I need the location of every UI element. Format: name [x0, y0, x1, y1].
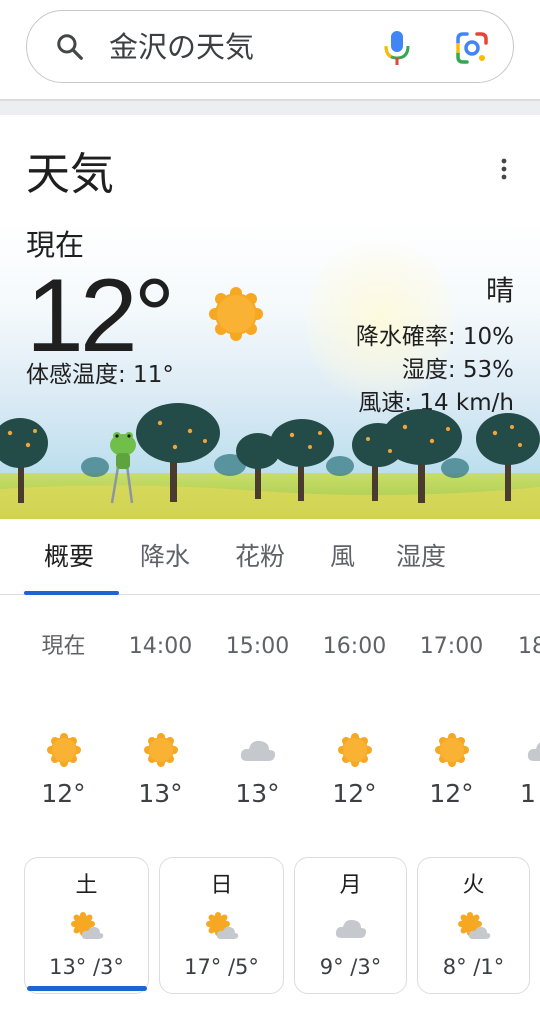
weather-tabs: 概要 降水 花粉 風 湿度: [0, 519, 540, 595]
day-card-tuesday[interactable]: 火 8° /1°: [417, 857, 530, 994]
partly-cloudy-icon: [205, 912, 238, 939]
partly-cloudy-icon: [457, 912, 490, 939]
day-name: 月: [339, 873, 362, 898]
hour-temperature: 13°: [138, 779, 183, 808]
hour-temperature: 12°: [429, 779, 474, 808]
tab-overview[interactable]: 概要: [44, 539, 94, 575]
humidity-value: 湿度: 53%: [401, 357, 514, 383]
section-divider: [0, 99, 540, 115]
day-name: 土: [75, 873, 98, 898]
day-card-saturday[interactable]: 土 13° /3°: [24, 857, 149, 994]
day-card-monday[interactable]: 月 9° /3°: [294, 857, 407, 994]
hour-temperature: 1: [520, 779, 536, 808]
google-lens-icon[interactable]: [455, 31, 489, 65]
hour-time: 17:00: [419, 634, 484, 659]
search-box[interactable]: 金沢の天気: [26, 10, 514, 83]
weather-condition: 晴: [485, 274, 514, 307]
hour-time: 16:00: [322, 634, 387, 659]
sunny-icon: [144, 733, 178, 767]
search-input[interactable]: 金沢の天気: [109, 27, 254, 67]
day-temperatures: 13° /3°: [49, 955, 124, 979]
day-name: 日: [210, 873, 233, 898]
partly-cloudy-icon: [70, 912, 103, 939]
hour-time: 14:00: [128, 634, 193, 659]
hour-temperature: 12°: [41, 779, 86, 808]
tab-humidity[interactable]: 湿度: [396, 539, 446, 575]
cloudy-icon: [335, 919, 366, 938]
search-bar-area: 金沢の天気: [0, 0, 540, 100]
day-card-sunday[interactable]: 日 17° /5°: [159, 857, 284, 994]
day-temperatures: 17° /5°: [184, 955, 259, 979]
search-icon[interactable]: [55, 32, 85, 62]
sunny-icon: [435, 733, 469, 767]
tab-precipitation[interactable]: 降水: [140, 539, 190, 575]
sunny-icon: [338, 733, 372, 767]
cloudy-icon: [240, 740, 276, 761]
tab-wind[interactable]: 風: [330, 539, 355, 575]
hour-temperature: 12°: [332, 779, 377, 808]
day-temperatures: 9° /3°: [319, 955, 382, 979]
daily-forecast: 土 13° /3° 日 17° /5° 月 9° /3° 火 8° /1°: [0, 857, 540, 1007]
precipitation-chance: 降水確率: 10%: [355, 324, 514, 350]
current-temperature: 12°: [26, 258, 175, 374]
card-title: 天気: [26, 149, 114, 200]
weather-card: 天気 現在 12° 体感温度: 11° 晴 降水確率: 10% 湿度: 53% …: [0, 115, 540, 1024]
hourly-forecast: 現在 12° 14:00 13° 15:00 13° 16:00 12° 17:…: [0, 595, 540, 825]
hour-time: 18: [518, 634, 540, 659]
orchard-scene-illustration: [0, 403, 540, 519]
sunny-icon: [209, 287, 263, 341]
day-name: 火: [462, 873, 485, 898]
current-weather-hero: 現在 12° 体感温度: 11° 晴 降水確率: 10% 湿度: 53% 風速:…: [0, 221, 540, 519]
selected-day-indicator: [27, 986, 147, 991]
feels-like-temperature: 体感温度: 11°: [26, 362, 174, 388]
hour-time: 現在: [41, 634, 86, 659]
tab-pollen[interactable]: 花粉: [235, 539, 285, 575]
hour-temperature: 13°: [235, 779, 280, 808]
hour-time: 15:00: [225, 634, 290, 659]
sunny-icon: [47, 733, 81, 767]
cloudy-icon: [527, 742, 540, 761]
more-options-icon[interactable]: [496, 157, 512, 181]
day-temperatures: 8° /1°: [442, 955, 505, 979]
microphone-icon[interactable]: [383, 29, 411, 67]
